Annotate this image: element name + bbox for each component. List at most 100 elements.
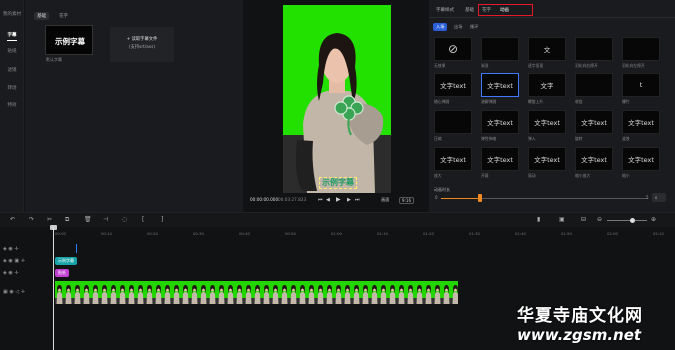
zoom-in-icon[interactable]: ⊕ <box>651 216 656 223</box>
sidebar-item-filters[interactable]: 滤镜 <box>0 67 24 73</box>
effect-tile[interactable]: 文字text <box>622 147 660 171</box>
sidebar-item-effects[interactable]: 特效 <box>0 102 24 108</box>
zoom-slider-handle[interactable] <box>630 218 635 223</box>
video-thumbnail <box>55 281 64 304</box>
thumbnail-figure <box>118 285 127 304</box>
effect-label: 羽化向左擦开 <box>622 63 645 68</box>
play-icon[interactable]: ▶ <box>336 196 341 203</box>
fit-mode-button[interactable]: 画面 <box>381 197 389 203</box>
track-controls-sticker[interactable]: ◈ ◉ ✛ <box>3 270 19 276</box>
video-thumbnail <box>280 281 289 304</box>
copy-icon[interactable]: ⧉ <box>65 216 69 224</box>
prev-frame-icon[interactable]: ⏮ <box>318 197 323 203</box>
ruler-tick-label: 00:10 <box>101 231 112 236</box>
track-controls-video[interactable]: ▣ ◉ ◁ ✛ <box>3 289 25 295</box>
sticker-clip[interactable]: 贴纸 <box>55 269 69 277</box>
effect-label: 随心弹跳 <box>434 99 450 104</box>
effect-tile[interactable] <box>575 73 613 97</box>
ruler-tick-label: 02:00 <box>607 231 618 236</box>
undo-icon[interactable]: ↶ <box>10 216 15 223</box>
effect-tile[interactable]: 文字text <box>528 147 566 171</box>
video-thumbnail <box>100 281 109 304</box>
subtab-loop[interactable]: 循环 <box>467 23 481 31</box>
sample-subtitle-card[interactable]: 示例字幕 <box>45 25 93 55</box>
fit-timeline-icon[interactable]: ⊟ <box>581 216 586 223</box>
playhead[interactable] <box>53 226 54 350</box>
effect-preview-text: 文字text <box>534 156 560 164</box>
no-effect-icon: ⊘ <box>447 42 459 56</box>
effect-tile[interactable]: 文字text <box>528 110 566 134</box>
track-controls-subtitle[interactable]: ◈ ◉ ▣ ✛ <box>3 258 25 264</box>
effect-label: 爆竹 <box>622 99 630 104</box>
effect-preview-text: 文 <box>543 46 551 54</box>
effect-tile[interactable]: 文字text <box>622 110 660 134</box>
thumbnail-figure <box>424 285 433 304</box>
ruler-tick-label: 00:50 <box>285 231 296 236</box>
tab-fancy-text[interactable]: 花字 <box>56 12 71 20</box>
effect-tile[interactable]: 文 <box>528 37 566 61</box>
effect-tile[interactable] <box>481 37 519 61</box>
effect-preview-text: t <box>639 81 643 89</box>
timeline-ruler[interactable]: 00:00 00:10 00:20 00:30 00:40 00:50 01:00 01:10… <box>50 228 675 240</box>
track-settings-icon[interactable]: ▮ <box>537 216 540 223</box>
effect-tile[interactable] <box>434 110 472 134</box>
ruler-tick-label: 01:50 <box>561 231 572 236</box>
video-clip[interactable] <box>55 281 458 304</box>
effect-tile[interactable]: t <box>622 73 660 97</box>
import-label: + 读取字幕文件 <box>126 37 158 42</box>
duration-slider-handle[interactable] <box>478 194 483 202</box>
video-thumbnail <box>424 281 433 304</box>
bracket-left-icon[interactable]: [ <box>142 216 144 223</box>
sidebar-item-transitions[interactable]: 转场 <box>0 85 24 91</box>
subtitle-clip[interactable]: 示例字幕 <box>55 257 77 265</box>
effect-tile[interactable]: 文字 <box>528 73 566 97</box>
subtab-out[interactable]: 出场 <box>451 23 465 31</box>
effect-tile[interactable]: 文字text <box>434 147 472 171</box>
effect-preview-text: 文字text <box>487 82 513 90</box>
step-forward-icon[interactable]: ▶ <box>347 197 351 203</box>
effect-tile[interactable]: ⊘ <box>434 37 472 61</box>
step-back-icon[interactable]: ◀ <box>326 197 330 203</box>
effect-tile[interactable]: 文字text <box>575 110 613 134</box>
effect-tile[interactable] <box>622 37 660 61</box>
marker-icon[interactable]: ◌ <box>122 216 127 223</box>
thumbnail-figure <box>370 285 379 304</box>
snapshot-icon[interactable]: ▣ <box>559 216 565 223</box>
sidebar-item-materials[interactable]: 我的素材 <box>0 11 24 17</box>
effect-preview-text: 文字text <box>487 156 513 164</box>
effect-tile[interactable] <box>575 37 613 61</box>
duration-unit-select[interactable]: s <box>652 193 666 202</box>
effect-tile[interactable]: 文字text <box>434 73 472 97</box>
aspect-ratio-button[interactable]: 9:16 <box>399 197 414 204</box>
tab-right-basic[interactable]: 基础 <box>465 7 474 13</box>
bracket-right-icon[interactable]: ] <box>161 216 163 223</box>
effect-tile[interactable]: 文字text <box>481 73 519 97</box>
split-icon[interactable]: ✂ <box>47 216 52 223</box>
tab-basic[interactable]: 基础 <box>34 12 49 20</box>
redo-icon[interactable]: ↷ <box>29 216 34 223</box>
sidebar-item-subtitles[interactable]: 字幕 <box>0 32 24 38</box>
subtab-in[interactable]: 入场 <box>433 23 448 31</box>
video-thumbnail <box>136 281 145 304</box>
track-controls-audio[interactable]: ◈ ◉ ✛ <box>3 246 19 252</box>
effect-tile[interactable]: 文字text <box>481 110 519 134</box>
import-subtitle-button[interactable]: + 读取字幕文件 (支持srt/ass) <box>110 27 174 62</box>
tab-subtitle-style[interactable]: 字幕样式 <box>436 7 454 13</box>
crop-icon[interactable]: ⊣ <box>103 216 108 223</box>
video-thumbnail <box>91 281 100 304</box>
effect-tile[interactable]: 文字text <box>481 147 519 171</box>
video-thumbnail <box>316 281 325 304</box>
zoom-slider[interactable] <box>607 220 647 221</box>
effect-preview-text: 文字text <box>581 119 607 127</box>
thumbnail-figure <box>100 285 109 304</box>
thumbnail-figure <box>190 285 199 304</box>
delete-icon[interactable]: 🗑 <box>84 216 92 223</box>
next-frame-icon[interactable]: ⏭ <box>355 197 360 203</box>
video-thumbnail <box>199 281 208 304</box>
zoom-out-icon[interactable]: ⊖ <box>597 216 602 223</box>
effect-preview-text: 文字text <box>628 156 654 164</box>
effect-tile[interactable]: 文字text <box>575 147 613 171</box>
sidebar-item-stickers[interactable]: 贴纸 <box>0 48 24 54</box>
video-preview[interactable]: 示例字幕 <box>283 5 391 193</box>
thumbnail-figure <box>64 285 73 304</box>
